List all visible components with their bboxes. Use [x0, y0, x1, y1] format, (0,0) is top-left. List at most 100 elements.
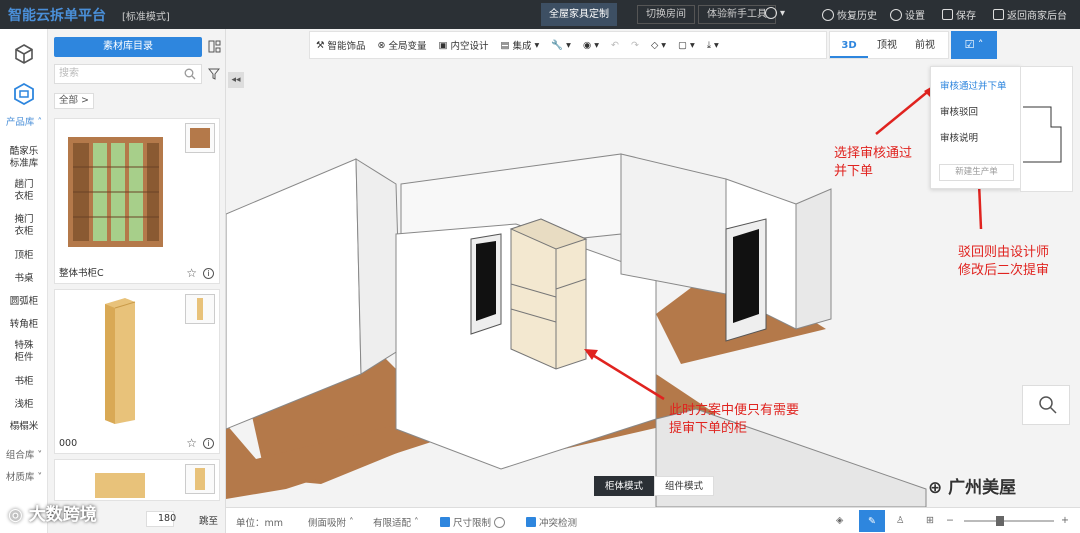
- person-view-button[interactable]: ♙: [896, 515, 905, 526]
- audit-note-item[interactable]: 审核说明: [940, 130, 978, 144]
- annotation-approve: 选择审核通过 并下单: [834, 146, 913, 179]
- category-top-cabinet[interactable]: 顶柜: [0, 250, 48, 262]
- settings-button[interactable]: 设置: [890, 7, 925, 22]
- undo-icon: ↶: [611, 39, 619, 51]
- product-card[interactable]: 整体书柜C ☆ i: [54, 118, 220, 284]
- variant-thumbnail[interactable]: [185, 464, 215, 494]
- integrate-icon: ▤: [500, 39, 510, 51]
- redo-button[interactable]: ↷: [625, 31, 645, 59]
- global-variable-button[interactable]: ⊗ 全局变量: [372, 31, 433, 59]
- zoom-in-button[interactable]: +: [1061, 515, 1069, 526]
- view-zoom-widget[interactable]: [1022, 385, 1070, 425]
- component-mode-button[interactable]: 组件模式: [654, 476, 714, 496]
- category-corner-cabinet[interactable]: 转角柜: [0, 319, 48, 331]
- save-button[interactable]: 保存: [942, 7, 976, 22]
- collision-label: 冲突检测: [539, 518, 578, 529]
- product-library-header[interactable]: 产品库 ˄: [0, 117, 48, 129]
- collision-checkbox[interactable]: 冲突检测: [526, 515, 577, 529]
- limited-fit-toggle[interactable]: 有限适配 ˄: [373, 515, 419, 530]
- fit-icon: ⊞: [926, 515, 934, 526]
- bookcase-image: [68, 137, 163, 247]
- undo-button[interactable]: ↶: [605, 31, 625, 59]
- view-tabs: 3D 顶视 前视: [829, 31, 949, 59]
- jump-label[interactable]: 跳至: [199, 513, 218, 527]
- zoom-slider[interactable]: [964, 516, 1054, 526]
- tools-menu[interactable]: 🔧 ▾: [545, 31, 577, 59]
- info-icon[interactable]: i: [203, 268, 214, 279]
- variant-thumbnail[interactable]: [185, 294, 215, 324]
- wrench-icon: 🔧: [551, 39, 564, 51]
- breadcrumb[interactable]: 全部 >: [54, 93, 94, 109]
- tab-front-view[interactable]: 前视: [906, 32, 944, 58]
- main-toolbar: ⚒ 智能饰品 ⊗ 全局变量 ▣ 内空设计 ▤ 集成 ▾ 🔧 ▾ ◉ ▾ ↶ ↷ ◇ ▾ …: [309, 31, 827, 59]
- new-production-order-button[interactable]: 新建生产单: [939, 164, 1014, 181]
- interior-design-button[interactable]: ▣ 内空设计: [433, 31, 495, 59]
- product-card[interactable]: [54, 459, 220, 501]
- back-label: 返回商家后台: [1007, 11, 1067, 22]
- brush-tool-button[interactable]: ✎: [859, 510, 885, 532]
- filter-icon[interactable]: [208, 68, 220, 80]
- material-library[interactable]: 材质库 ˅: [0, 472, 48, 484]
- audit-menu-button[interactable]: ☑ ˄: [951, 31, 997, 59]
- cube-icon[interactable]: [13, 43, 35, 65]
- cabinet-mode-button[interactable]: 柜体模式: [594, 476, 654, 496]
- collapse-panel-button[interactable]: ◂◂: [228, 72, 244, 88]
- history-label: 恢复历史: [837, 11, 877, 22]
- category-tatami[interactable]: 榻榻米: [0, 421, 48, 433]
- tab-3d[interactable]: 3D: [830, 32, 868, 58]
- audit-dropdown: 审核通过并下单 审核驳回 审核说明 新建生产单: [930, 66, 1021, 189]
- catalog-button[interactable]: 素材库目录: [54, 37, 202, 57]
- favorite-icon[interactable]: ☆: [186, 266, 197, 280]
- zoom-slider-handle[interactable]: [996, 516, 1004, 526]
- integrate-menu[interactable]: ▤ 集成 ▾: [495, 31, 546, 59]
- product-card[interactable]: 000 ☆ i: [54, 289, 220, 454]
- combo-library[interactable]: 组合库 ˅: [0, 450, 48, 462]
- category-kujiale[interactable]: 酷家乐标准库: [0, 146, 48, 170]
- category-sliding-wardrobe[interactable]: 趟门衣柜: [0, 179, 48, 203]
- visibility-menu[interactable]: ◉ ▾: [577, 31, 605, 59]
- door-right-glass: [733, 229, 759, 323]
- approve-and-order-item[interactable]: 审核通过并下单: [940, 78, 1007, 92]
- size-limit-label: 尺寸限制: [453, 518, 492, 529]
- smart-decor-button[interactable]: ⚒ 智能饰品: [310, 31, 372, 59]
- search-icon[interactable]: [184, 68, 196, 80]
- reject-item[interactable]: 审核驳回: [940, 104, 978, 118]
- cabinet-image: [105, 298, 136, 424]
- history-button[interactable]: 恢复历史: [822, 7, 877, 22]
- integrate-label: 集成: [512, 41, 532, 52]
- search-input[interactable]: 搜索: [54, 64, 202, 84]
- product-name: 整体书柜C: [59, 268, 104, 279]
- category-arc-cabinet[interactable]: 圆弧柜: [0, 296, 48, 308]
- category-special-cabinet[interactable]: 特殊柜件: [0, 340, 48, 364]
- eraser-icon: ◇: [650, 39, 659, 51]
- category-shallow-cabinet[interactable]: 浅柜: [0, 399, 48, 411]
- save-icon: [942, 9, 953, 20]
- help-menu[interactable]: ▾: [765, 7, 785, 19]
- side-snap-toggle[interactable]: 侧面吸附 ˄: [308, 515, 354, 530]
- layout-menu[interactable]: ▢ ▾: [672, 31, 701, 59]
- checkbox-checked-icon: [440, 517, 450, 527]
- tab-top-view[interactable]: 顶视: [868, 32, 906, 58]
- fit-view-button[interactable]: ⊞: [926, 515, 934, 526]
- product-library-icon[interactable]: [13, 83, 35, 105]
- layout-toggle-icon[interactable]: [208, 40, 221, 53]
- frame-icon: ▢: [678, 39, 688, 51]
- zoom-search-icon[interactable]: [1038, 395, 1058, 415]
- favorite-icon[interactable]: ☆: [186, 436, 197, 450]
- annotation-cabinet: 此时方案中便只有需要 提审下单的柜: [669, 403, 800, 436]
- tab-whole-house[interactable]: 全屋家具定制: [541, 3, 617, 26]
- info-icon[interactable]: i: [203, 438, 214, 449]
- category-desk[interactable]: 书桌: [0, 273, 48, 285]
- switch-room-button[interactable]: 切换房间: [637, 5, 695, 24]
- category-bookcase[interactable]: 书柜: [0, 376, 48, 388]
- back-button[interactable]: 返回商家后台: [993, 7, 1067, 22]
- help-icon[interactable]: [494, 516, 506, 528]
- download-menu[interactable]: ⤓ ▾: [701, 31, 725, 59]
- zoom-out-button[interactable]: −: [946, 515, 954, 526]
- variant-thumbnail[interactable]: [185, 123, 215, 153]
- eraser-menu[interactable]: ◇ ▾: [645, 31, 672, 59]
- size-limit-checkbox[interactable]: 尺寸限制: [440, 515, 506, 529]
- gear-icon: [890, 8, 902, 21]
- box-view-button[interactable]: ◈: [836, 515, 843, 526]
- category-hinged-wardrobe[interactable]: 掩门衣柜: [0, 214, 48, 238]
